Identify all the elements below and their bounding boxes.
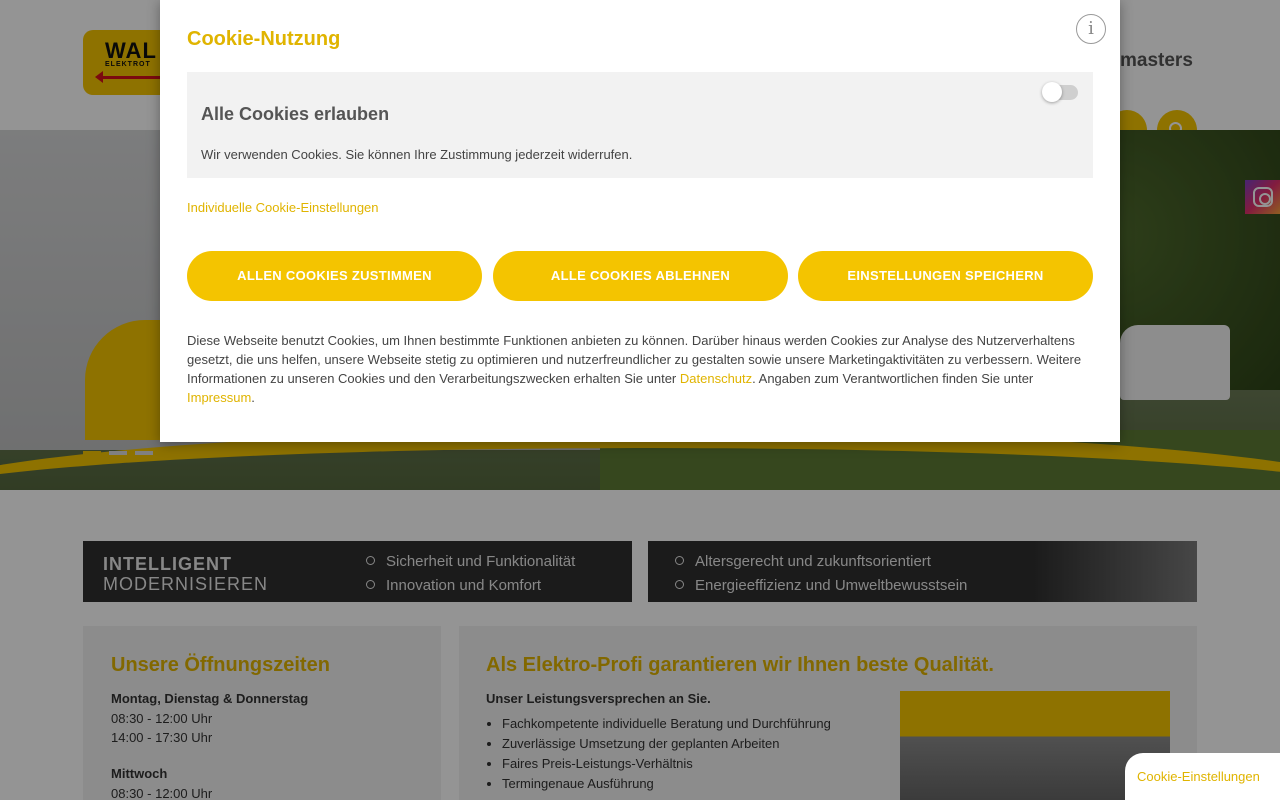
info-icon[interactable]: i [1076, 14, 1106, 44]
description-text: . Angaben zum Verantwortlichen finden Si… [752, 371, 1034, 386]
cookie-settings-tab[interactable]: Cookie-Einstellungen [1125, 753, 1280, 800]
individual-settings-link[interactable]: Individuelle Cookie-Einstellungen [187, 200, 379, 215]
reject-all-button[interactable]: ALLE COOKIES ABLEHNEN [493, 251, 788, 301]
privacy-link[interactable]: Datenschutz [680, 371, 752, 386]
allow-all-text: Wir verwenden Cookies. Sie können Ihre Z… [201, 147, 633, 162]
imprint-link[interactable]: Impressum [187, 390, 251, 405]
dialog-title: Cookie-Nutzung [187, 28, 341, 50]
description-text: . [251, 390, 255, 405]
accept-all-button[interactable]: ALLEN COOKIES ZUSTIMMEN [187, 251, 482, 301]
cookie-description: Diese Webseite benutzt Cookies, um Ihnen… [187, 331, 1093, 407]
cookie-consent-dialog: Cookie-Nutzung i Alle Cookies erlauben W… [160, 0, 1120, 442]
save-settings-button[interactable]: EINSTELLUNGEN SPEICHERN [798, 251, 1093, 301]
allow-all-title: Alle Cookies erlauben [201, 104, 390, 124]
allow-all-panel: Alle Cookies erlauben Wir verwenden Cook… [187, 72, 1093, 178]
allow-all-toggle[interactable] [1042, 82, 1078, 102]
toggle-knob [1042, 82, 1062, 102]
